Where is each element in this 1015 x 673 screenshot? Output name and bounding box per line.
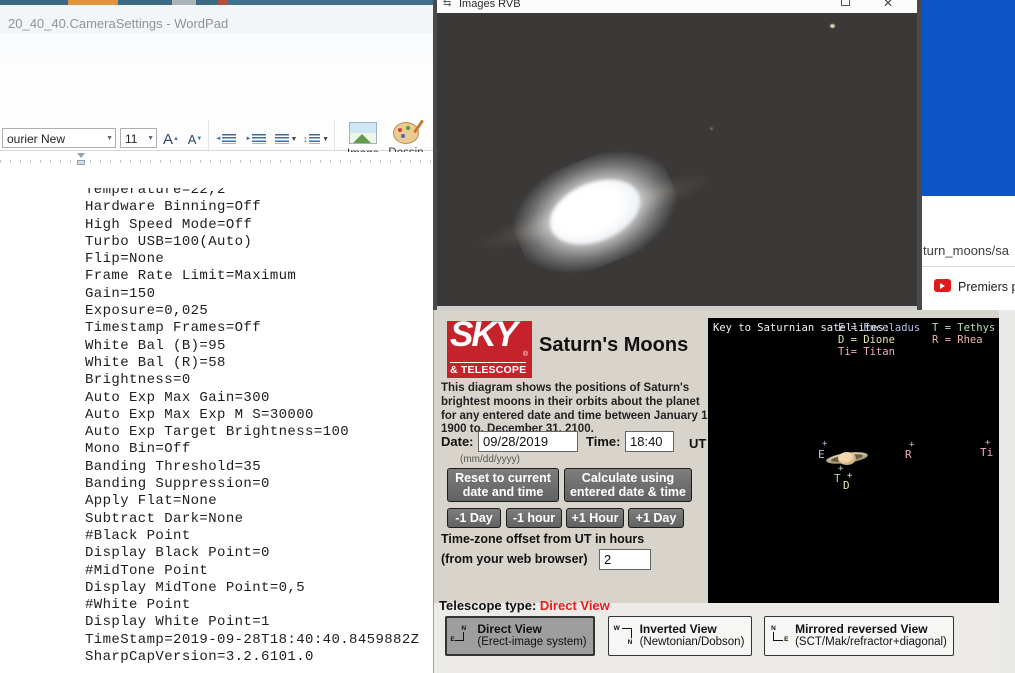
direct-view-button[interactable]: N E Direct View (Erect-image system) (445, 616, 595, 656)
image-icon (349, 122, 377, 144)
font-size-combo[interactable]: 11 ▼ (120, 128, 157, 148)
moon-label-titan: Ti (980, 446, 993, 459)
sky-telescope-logo: SKY ® & TELESCOPE (447, 321, 532, 378)
chevron-down-icon[interactable]: ▼ (147, 129, 154, 149)
date-format-hint: (mm/dd/yyyy) (460, 454, 520, 465)
minus-one-day-button[interactable]: -1 Day (447, 508, 501, 528)
wordpad-window: 20_40_40.CameraSettings - WordPad Affich… (0, 0, 433, 673)
paint-palette-icon (393, 122, 419, 144)
key-rhea: R = Rhea (932, 334, 983, 346)
star-dot (830, 24, 835, 28)
grow-font-icon: A (163, 131, 173, 148)
shrink-font-button[interactable]: A▼ (184, 127, 206, 151)
date-input[interactable] (478, 431, 578, 452)
mirrored-view-button[interactable]: N E Mirrored reversed View (SCT/Mak/refr… (764, 616, 954, 656)
indent-left-icon: ◄ (216, 136, 222, 142)
page-title: Saturn's Moons (539, 334, 688, 357)
direct-view-axis-icon: N E (453, 625, 473, 647)
inverted-view-axis-icon: W N (616, 625, 636, 647)
view-button-sub: (Newtonian/Dobson) (640, 636, 745, 649)
images-rvb-titlebar[interactable]: ⇆ Images RVB ✕ (437, 0, 917, 13)
font-family-combo[interactable]: ourier New ▼ (2, 128, 116, 148)
decrease-indent-button[interactable]: ◄ (213, 128, 239, 150)
inverted-view-button[interactable]: W N Inverted View (Newtonian/Dobson) (608, 616, 752, 656)
key-dione: D = Dione (838, 334, 895, 346)
view-button-title: Mirrored reversed View (795, 623, 947, 636)
window-icon: ⇆ (443, 0, 451, 9)
moon-label-enceladus: E (818, 448, 825, 461)
key-enceladus: E = Enceladus (838, 322, 920, 334)
key-titan: Ti= Titan (838, 346, 895, 358)
wordpad-ribbon: ourier New ▼ 11 ▼ A▲ A▼ G I S (0, 58, 433, 151)
time-input[interactable] (625, 431, 674, 452)
telescope-type-label: Telescope type: (439, 598, 536, 613)
timezone-offset-input[interactable] (599, 549, 651, 570)
plus-one-hour-button[interactable]: +1 Hour (566, 508, 624, 528)
logo-registered-mark: ® (523, 351, 528, 358)
divider (922, 266, 1015, 267)
increase-indent-button[interactable]: ► (243, 128, 269, 150)
grow-font-button[interactable]: A▲ (160, 127, 182, 151)
saturn-moons-panel: SKY ® & TELESCOPE Saturn's Moons This di… (433, 310, 1015, 673)
mirrored-view-axis-icon: N E (771, 625, 791, 647)
wordpad-ribbon-tabs: Affichage (0, 33, 433, 59)
wordpad-window-title: 20_40_40.CameraSettings - WordPad (8, 16, 228, 31)
line-spacing-icon: ↕ (303, 134, 308, 144)
timezone-label-line2: (from your web browser) (441, 552, 588, 566)
line-spacing-button[interactable]: ↕▼ (303, 128, 329, 150)
close-icon[interactable]: ✕ (883, 0, 893, 10)
wordpad-titlebar: 20_40_40.CameraSettings - WordPad (0, 5, 433, 33)
background-browser: turn_moons/sa Premiers p (922, 0, 1015, 315)
shrink-font-icon: A (188, 132, 197, 147)
calculate-button[interactable]: Calculate using entered date & time (564, 468, 692, 502)
indent-right-icon: ► (246, 136, 252, 142)
view-button-sub: (SCT/Mak/refractor+diagonal) (795, 636, 947, 649)
reset-datetime-button[interactable]: Reset to current date and time (447, 468, 559, 502)
minus-one-hour-button[interactable]: -1 hour (506, 508, 562, 528)
telescope-type-row: Telescope type: Direct View (439, 598, 610, 613)
plus-one-day-button[interactable]: +1 Day (628, 508, 684, 528)
list-button[interactable]: ▼ (273, 128, 299, 150)
saturn-moons-diagram[interactable]: Key to Saturnian satellites: E = Encelad… (708, 318, 999, 603)
timezone-label-line1: Time-zone offset from UT in hours (441, 532, 644, 546)
address-bar-url-fragment[interactable]: turn_moons/sa (923, 243, 1009, 258)
time-label: Time: (586, 434, 620, 449)
view-button-title: Inverted View (640, 623, 745, 636)
chevron-down-icon[interactable]: ▼ (106, 129, 113, 149)
moon-label-rhea: R (905, 448, 912, 461)
key-tethys: T = Tethys (932, 322, 995, 334)
faint-dot (710, 127, 713, 130)
ruler[interactable]: 2 1 1 2 3 4 5 6 7 8 9 (0, 152, 433, 172)
font-family-value: ourier New (7, 132, 65, 146)
view-button-sub: (Erect-image system) (477, 636, 586, 649)
document-text[interactable]: Temperature=22,2 Hardware Binning=Off Hi… (85, 188, 429, 666)
maximize-icon[interactable] (841, 0, 850, 6)
view-button-title: Direct View (477, 623, 586, 636)
images-rvb-window: ⇆ Images RVB ✕ (433, 0, 922, 310)
youtube-icon (934, 279, 951, 292)
font-size-value: 11 (125, 132, 137, 146)
document-area[interactable]: Temperature=22,2 Hardware Binning=Off Hi… (0, 171, 433, 673)
saturn-photo-canvas[interactable] (437, 13, 917, 306)
desktop-wallpaper (922, 0, 1015, 196)
bookmark-label[interactable]: Premiers p (958, 280, 1015, 294)
page-description: This diagram shows the positions of Satu… (441, 382, 711, 437)
telescope-type-value: Direct View (540, 598, 610, 613)
moon-label-tethys: T (834, 472, 841, 485)
images-rvb-title: Images RVB (459, 0, 521, 10)
moon-label-dione: D (843, 479, 850, 492)
ruler-indent-marker[interactable] (76, 152, 86, 168)
bullet-list-icon (275, 134, 289, 144)
logo-telescope-text: & TELESCOPE (450, 364, 526, 376)
date-label: Date: (441, 434, 474, 449)
logo-sky-text: SKY (450, 321, 516, 355)
page-background (999, 310, 1015, 673)
screen: 20_40_40.CameraSettings - WordPad Affich… (0, 0, 1015, 673)
ut-label: UT (689, 436, 706, 451)
